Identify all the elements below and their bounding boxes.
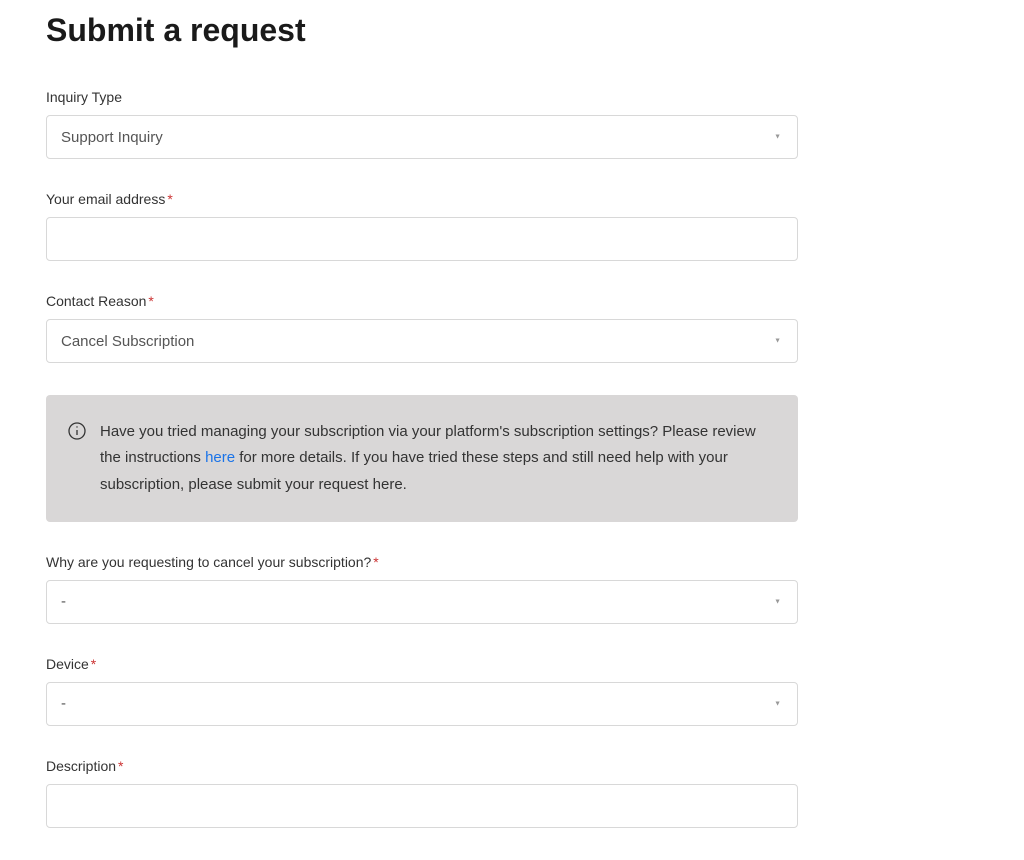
contact-reason-label: Contact Reason* xyxy=(46,293,798,309)
field-email: Your email address* xyxy=(46,191,798,261)
required-mark: * xyxy=(91,656,96,672)
inquiry-type-value: Support Inquiry xyxy=(61,129,163,146)
info-box: Have you tried managing your subscriptio… xyxy=(46,395,798,522)
cancel-reason-select[interactable]: - ▼ xyxy=(46,580,798,624)
field-description: Description* xyxy=(46,758,798,828)
field-device: Device* - ▼ xyxy=(46,656,798,726)
field-contact-reason: Contact Reason* Cancel Subscription ▼ xyxy=(46,293,798,363)
device-label: Device* xyxy=(46,656,798,672)
cancel-reason-value: - xyxy=(61,593,66,610)
required-mark: * xyxy=(118,758,123,774)
description-label: Description* xyxy=(46,758,798,774)
device-select[interactable]: - ▼ xyxy=(46,682,798,726)
email-label: Your email address* xyxy=(46,191,798,207)
required-mark: * xyxy=(167,191,172,207)
inquiry-type-select[interactable]: Support Inquiry ▼ xyxy=(46,115,798,159)
email-input[interactable] xyxy=(46,217,798,261)
chevron-down-icon: ▼ xyxy=(774,134,781,141)
device-value: - xyxy=(61,695,66,712)
inquiry-type-label: Inquiry Type xyxy=(46,89,798,105)
info-link-here[interactable]: here xyxy=(205,449,235,466)
chevron-down-icon: ▼ xyxy=(774,598,781,605)
description-input[interactable] xyxy=(46,784,798,828)
chevron-down-icon: ▼ xyxy=(774,338,781,345)
required-mark: * xyxy=(148,293,153,309)
contact-reason-select[interactable]: Cancel Subscription ▼ xyxy=(46,319,798,363)
chevron-down-icon: ▼ xyxy=(774,700,781,707)
cancel-reason-label: Why are you requesting to cancel your su… xyxy=(46,554,798,570)
contact-reason-value: Cancel Subscription xyxy=(61,333,194,350)
field-cancel-reason: Why are you requesting to cancel your su… xyxy=(46,554,798,624)
info-text: Have you tried managing your subscriptio… xyxy=(100,419,774,498)
info-icon xyxy=(68,422,86,440)
field-inquiry-type: Inquiry Type Support Inquiry ▼ xyxy=(46,89,798,159)
required-mark: * xyxy=(373,554,378,570)
page-title: Submit a request xyxy=(46,12,798,49)
